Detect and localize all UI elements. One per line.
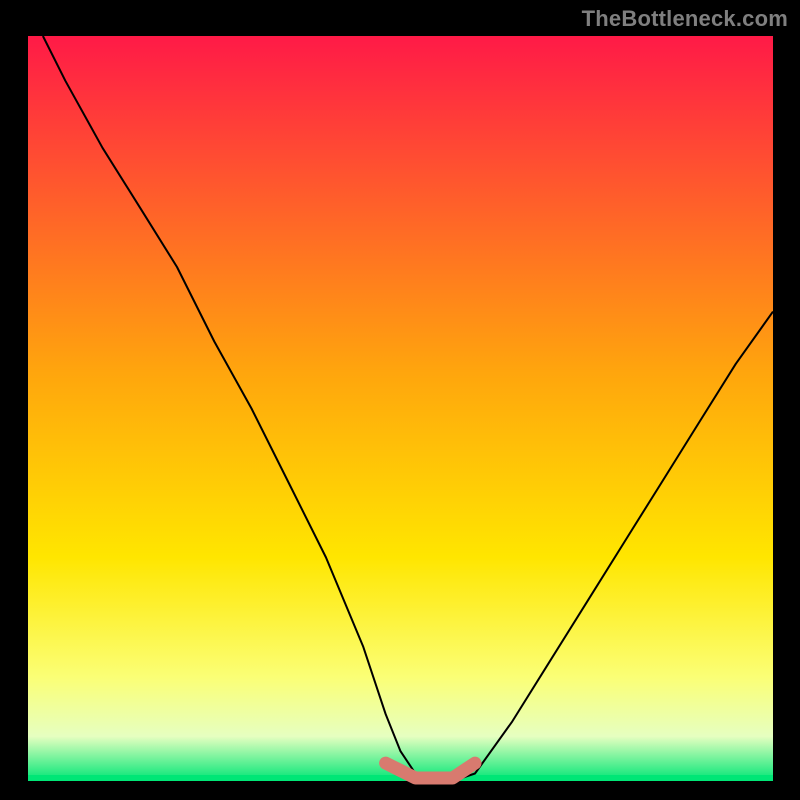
plot-background <box>28 36 773 781</box>
watermark-text: TheBottleneck.com <box>582 6 788 32</box>
bottleneck-chart <box>0 0 800 800</box>
chart-frame: TheBottleneck.com <box>0 0 800 800</box>
